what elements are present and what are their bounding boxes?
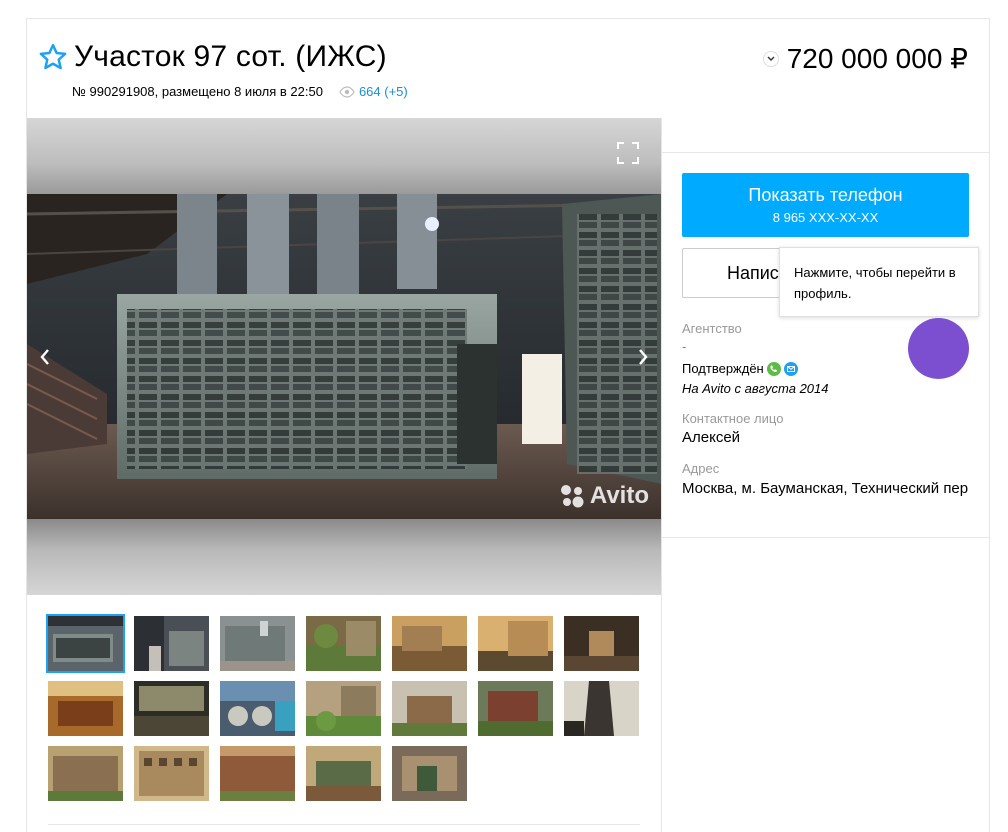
next-photo-arrow-icon[interactable]: [633, 346, 653, 368]
fullscreen-icon[interactable]: [617, 142, 639, 164]
listing-number-date: № 990291908, размещено 8 июля в 22:50: [72, 84, 323, 99]
phone-verified-icon: [766, 361, 781, 376]
profile-tooltip-text: Нажмите, чтобы перейти в профиль.: [794, 265, 956, 301]
contact-person-value: Алексей: [682, 429, 741, 446]
show-phone-button[interactable]: Показать телефон 8 965 XXX-XX-XX: [682, 173, 969, 237]
member-since: На Avito с августа 2014: [682, 381, 829, 396]
thumbnail-grid: [46, 614, 648, 801]
thumbnail[interactable]: [220, 681, 295, 736]
thumbnail[interactable]: [48, 746, 123, 801]
price-currency-dropdown[interactable]: [762, 50, 779, 67]
chevron-down-icon: [767, 56, 775, 61]
thumbnail[interactable]: [220, 746, 295, 801]
agency-label: Агентство: [682, 321, 742, 336]
watermark-text: Avito: [589, 482, 649, 509]
masked-phone-number: 8 965 XXX-XX-XX: [772, 210, 879, 225]
verified-label: Подтверждён: [682, 361, 764, 376]
thumbnail[interactable]: [392, 616, 467, 671]
thumbnail[interactable]: [306, 616, 381, 671]
thumbnail[interactable]: [134, 616, 209, 671]
avito-watermark: Avito: [558, 482, 649, 510]
thumbnail[interactable]: [478, 681, 553, 736]
thumbnail[interactable]: [564, 681, 639, 736]
gallery-bottom-divider: [48, 824, 640, 825]
price-row: 720 000 000 ₽: [762, 42, 968, 75]
photo-gallery[interactable]: Avito: [27, 118, 662, 595]
listing-meta: № 990291908, размещено 8 июля в 22:50 66…: [72, 84, 408, 99]
thumbnail[interactable]: [478, 616, 553, 671]
thumbnail[interactable]: [306, 746, 381, 801]
title-row: Участок 97 сот. (ИЖС): [38, 40, 387, 74]
price: 720 000 000 ₽: [786, 43, 968, 74]
thumbnail[interactable]: [392, 681, 467, 736]
favorite-star-icon[interactable]: [38, 42, 68, 72]
verified-status: Подтверждён: [682, 361, 798, 376]
thumbnail[interactable]: [46, 614, 125, 673]
gallery-blur-top: [27, 118, 661, 194]
thumbnail[interactable]: [306, 681, 381, 736]
eye-icon: [339, 85, 355, 98]
gallery-blur-bottom: [27, 519, 661, 595]
thumbnail[interactable]: [134, 681, 209, 736]
views-counter[interactable]: 664 (+5): [339, 84, 408, 99]
show-phone-label: Показать телефон: [748, 185, 903, 205]
thumbnail[interactable]: [392, 746, 467, 801]
prev-photo-arrow-icon[interactable]: [35, 346, 55, 368]
email-verified-icon: [783, 361, 798, 376]
avito-logo-icon: [560, 485, 584, 508]
address-value: Москва, м. Бауманская, Технический пер: [682, 480, 969, 497]
thumbnail[interactable]: [220, 616, 295, 671]
page-title: Участок 97 сот. (ИЖС): [74, 40, 387, 73]
views-count: 664 (+5): [358, 84, 408, 99]
main-photo[interactable]: [27, 194, 662, 521]
thumbnail[interactable]: [564, 616, 639, 671]
profile-tooltip: Нажмите, чтобы перейти в профиль.: [779, 247, 979, 317]
seller-sidebar: Показать телефон 8 965 XXX-XX-XX Написат…: [662, 152, 990, 538]
address-label: Адрес: [682, 461, 720, 476]
thumbnail[interactable]: [48, 681, 123, 736]
thumbnail[interactable]: [134, 746, 209, 801]
contact-person-label: Контактное лицо: [682, 411, 784, 426]
avatar[interactable]: [908, 318, 969, 379]
agency-value-link[interactable]: -: [682, 339, 686, 354]
